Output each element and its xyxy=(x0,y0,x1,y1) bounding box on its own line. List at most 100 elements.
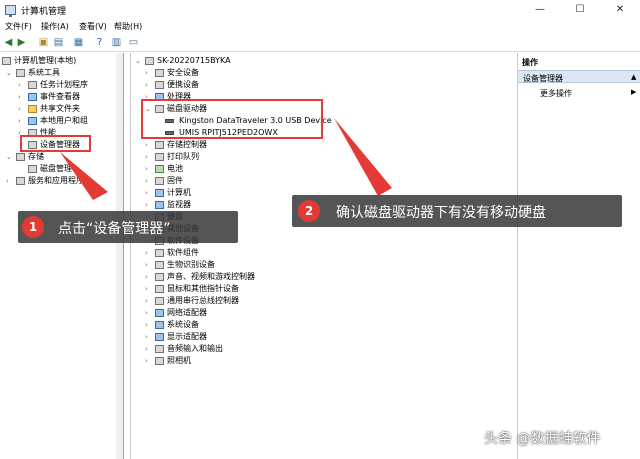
chevron-right-icon[interactable]: › xyxy=(145,199,153,211)
step-2-callout: 2 确认磁盘驱动器下有没有移动硬盘 xyxy=(292,195,622,227)
security-device-icon xyxy=(155,69,164,77)
step-1-callout: 1 点击“设备管理器” xyxy=(18,211,238,243)
actions-section-label: 设备管理器 xyxy=(523,74,563,83)
device-category-label: 打印队列 xyxy=(167,152,199,161)
left-pane-scrollbar[interactable] xyxy=(116,53,123,459)
chevron-right-icon[interactable]: › xyxy=(145,331,153,343)
show-hide-tree-icon[interactable]: ▤ xyxy=(52,37,65,49)
device-category-label: 电池 xyxy=(167,164,183,173)
chevron-right-icon[interactable]: › xyxy=(145,271,153,283)
device-category-label: 软件组件 xyxy=(167,248,199,257)
device-category-label: 存储控制器 xyxy=(167,140,207,149)
camera-icon xyxy=(155,357,164,365)
chevron-right-icon[interactable]: › xyxy=(18,115,26,127)
storage-icon xyxy=(16,153,25,161)
chevron-down-icon[interactable]: ⌄ xyxy=(6,67,14,79)
forward-arrow-icon[interactable]: ▶ xyxy=(15,37,28,49)
chevron-right-icon[interactable]: › xyxy=(145,175,153,187)
maximize-button[interactable]: ☐ xyxy=(560,0,600,20)
step-1-text: 点击“设备管理器” xyxy=(58,221,171,237)
navigation-tree: 计算机管理(本地) ⌄ 系统工具 › 任务计划程序 › 事件查看器 › 共享文件… xyxy=(0,53,124,459)
step-2-text: 确认磁盘驱动器下有没有移动硬盘 xyxy=(336,205,546,221)
portable-device-icon xyxy=(155,81,164,89)
chevron-right-icon[interactable]: › xyxy=(145,295,153,307)
title-bar: 计算机管理 — ☐ ✕ xyxy=(0,0,640,20)
menu-bar: 文件(F) 操作(A) 查看(V) 帮助(H) xyxy=(0,20,640,34)
menu-action[interactable]: 操作(A) xyxy=(41,21,69,32)
tools-icon xyxy=(16,69,25,77)
chevron-right-icon[interactable]: › xyxy=(145,187,153,199)
device-manager-highlight xyxy=(20,135,91,152)
chevron-right-icon[interactable]: ▶ xyxy=(631,88,636,96)
event-log-icon xyxy=(28,93,37,101)
computer-icon xyxy=(145,57,154,65)
biometric-icon xyxy=(155,261,164,269)
actions-pane: 操作 设备管理器 ▲ 更多操作 ▶ xyxy=(517,53,640,459)
battery-icon xyxy=(155,165,164,173)
close-button[interactable]: ✕ xyxy=(600,0,640,20)
chevron-right-icon[interactable]: › xyxy=(145,151,153,163)
chevron-right-icon[interactable]: › xyxy=(145,319,153,331)
menu-help[interactable]: 帮助(H) xyxy=(114,21,142,32)
device-category-label: 便携设备 xyxy=(167,80,199,89)
chevron-down-icon[interactable]: ⌄ xyxy=(135,55,143,67)
chevron-right-icon[interactable]: › xyxy=(18,91,26,103)
device-category-label: 鼠标和其他指针设备 xyxy=(167,284,239,293)
computer-icon xyxy=(2,57,11,65)
shared-folder-icon xyxy=(28,105,37,113)
toolbar: ◀ ▶ ▣ ▤ ▦ ? ▥ ▭ xyxy=(0,34,640,52)
chevron-right-icon[interactable]: › xyxy=(145,163,153,175)
menu-view[interactable]: 查看(V) xyxy=(79,21,107,32)
chevron-right-icon[interactable]: › xyxy=(145,139,153,151)
services-icon xyxy=(16,177,25,185)
clock-icon xyxy=(28,81,37,89)
chevron-right-icon[interactable]: › xyxy=(145,67,153,79)
chevron-right-icon[interactable]: › xyxy=(145,343,153,355)
chevron-right-icon[interactable]: › xyxy=(145,247,153,259)
device-category-label: 通用串行总线控制器 xyxy=(167,296,239,305)
back-arrow-icon[interactable]: ◀ xyxy=(2,37,15,49)
storage-controller-icon xyxy=(155,141,164,149)
menu-file[interactable]: 文件(F) xyxy=(5,21,32,32)
device-category-label: 音频输入和输出 xyxy=(167,344,223,353)
chevron-right-icon[interactable]: › xyxy=(145,259,153,271)
actions-title: 操作 xyxy=(522,58,538,67)
computer-icon xyxy=(155,189,164,197)
chevron-right-icon[interactable]: › xyxy=(145,79,153,91)
system-device-icon xyxy=(155,321,164,329)
device-category-label: 监视器 xyxy=(167,200,191,209)
mouse-icon xyxy=(155,285,164,293)
chevron-up-icon[interactable]: ▲ xyxy=(631,73,636,81)
actions-section-header[interactable]: 设备管理器 ▲ xyxy=(518,70,640,83)
watermark: 头条 @数据蛙软件 xyxy=(484,431,601,447)
more-actions-link[interactable]: 更多操作 xyxy=(540,88,572,99)
chevron-right-icon[interactable]: › xyxy=(18,103,26,115)
device-category-label: 显示适配器 xyxy=(167,332,207,341)
chevron-down-icon[interactable]: ⌄ xyxy=(6,151,14,163)
display-adapter-icon xyxy=(155,333,164,341)
help-icon[interactable]: ? xyxy=(93,37,106,49)
properties-icon[interactable]: ▦ xyxy=(72,37,85,49)
computer-management-icon xyxy=(5,5,16,17)
chevron-right-icon[interactable]: › xyxy=(145,283,153,295)
monitor-icon[interactable]: ▭ xyxy=(127,37,140,49)
print-queue-icon xyxy=(155,153,164,161)
device-category-label: 系统设备 xyxy=(167,320,199,329)
chevron-right-icon[interactable]: › xyxy=(145,355,153,367)
usb-controller-icon xyxy=(155,297,164,305)
disk-management-icon xyxy=(28,165,37,173)
minimize-button[interactable]: — xyxy=(520,0,560,20)
device-category-label: 生物识别设备 xyxy=(167,260,215,269)
device-category-label: 网络适配器 xyxy=(167,308,207,317)
device-category-label: 照相机 xyxy=(167,356,191,365)
chevron-right-icon[interactable]: › xyxy=(6,175,14,187)
device-category-label: 声音、视频和游戏控制器 xyxy=(167,272,255,281)
network-adapter-icon xyxy=(155,309,164,317)
scan-hardware-icon[interactable]: ▥ xyxy=(110,37,123,49)
up-folder-icon[interactable]: ▣ xyxy=(37,37,50,49)
window-title: 计算机管理 xyxy=(21,7,67,17)
device-category-label: 固件 xyxy=(167,176,183,185)
chevron-right-icon[interactable]: › xyxy=(145,307,153,319)
chevron-right-icon[interactable]: › xyxy=(18,79,26,91)
device-category-label: 计算机 xyxy=(167,188,191,197)
